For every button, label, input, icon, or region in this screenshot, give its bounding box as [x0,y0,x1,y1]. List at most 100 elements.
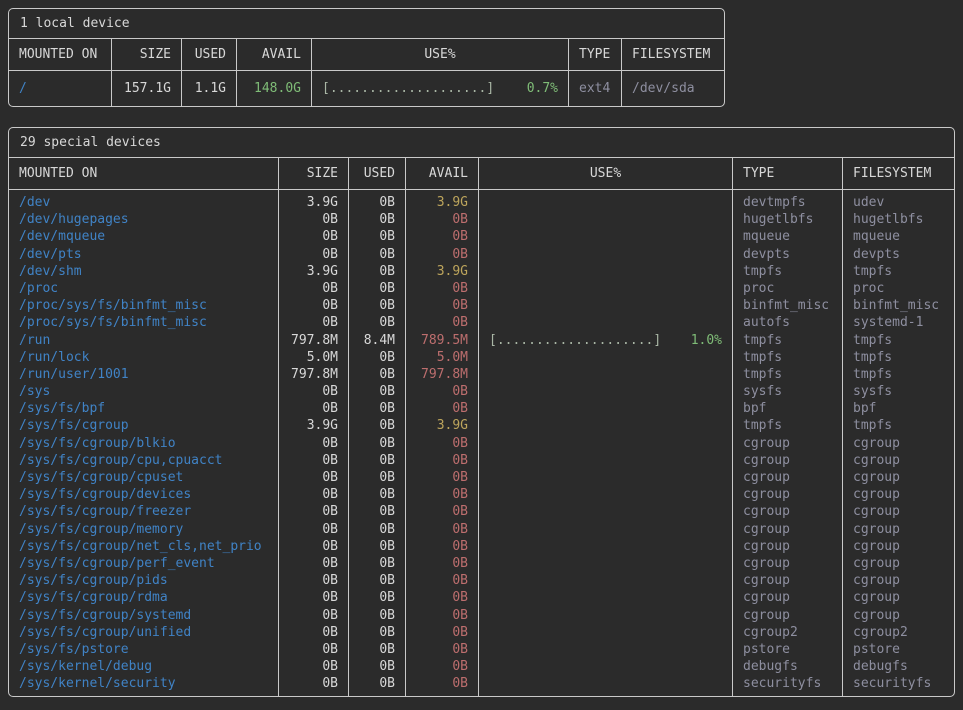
column-filesystem: udevhugetlbfsmqueuedevptstmpfsprocbinfmt… [842,190,954,696]
mount-point: /sys/fs/cgroup/devices [9,486,278,503]
usage-percent: 0.7% [527,80,558,97]
mount-point: /sys/fs/cgroup/pids [9,572,278,589]
fs-type: cgroup [733,538,842,555]
used-value: 0B [349,417,405,434]
filesystem-name: tmpfs [843,263,954,280]
avail-value: 0B [406,641,478,658]
size-value: 0B [279,503,348,520]
usage-cell [479,469,732,486]
table-body: /dev/dev/hugepages/dev/mqueue/dev/pts/de… [9,190,954,696]
usage-cell [479,280,732,297]
usage-cell [479,641,732,658]
fs-type: debugfs [733,658,842,675]
fs-type: binfmt_misc [733,297,842,314]
size-value: 157.1G [112,80,181,97]
filesystem-name: cgroup [843,538,954,555]
avail-value: 797.8M [406,366,478,383]
column-header-size: SIZE [111,39,181,70]
avail-value: 3.9G [406,263,478,280]
usage-cell [479,366,732,383]
size-value: 5.0M [279,349,348,366]
mount-point: /sys/fs/cgroup/memory [9,521,278,538]
used-value: 0B [349,211,405,228]
filesystem-name: sysfs [843,383,954,400]
mount-point: /sys/fs/cgroup/cpuset [9,469,278,486]
filesystem-name: cgroup [843,469,954,486]
used-value: 1.1G [182,80,236,97]
column-use-percent: [....................]1.0% [478,190,732,696]
fs-type: proc [733,280,842,297]
size-value: 0B [279,383,348,400]
fs-type: cgroup [733,503,842,520]
usage-cell: [....................]1.0% [479,332,732,349]
fs-type: tmpfs [733,263,842,280]
avail-value: 0B [406,280,478,297]
filesystem-name: debugfs [843,658,954,675]
used-value: 0B [349,572,405,589]
used-value: 0B [349,521,405,538]
avail-value: 5.0M [406,349,478,366]
column-avail: 148.0G [236,71,311,106]
size-value: 797.8M [279,366,348,383]
filesystem-name: cgroup [843,503,954,520]
size-value: 0B [279,624,348,641]
mount-point: / [9,80,111,97]
column-size: 157.1G [111,71,181,106]
size-value: 0B [279,641,348,658]
column-mounted-on: /dev/dev/hugepages/dev/mqueue/dev/pts/de… [9,190,278,696]
usage-cell: [....................] 0.7% [312,80,568,97]
usage-cell [479,297,732,314]
filesystem-name: binfmt_misc [843,297,954,314]
avail-value: 0B [406,383,478,400]
fs-type: mqueue [733,228,842,245]
usage-cell [479,228,732,245]
fs-type: tmpfs [733,332,842,349]
used-value: 0B [349,435,405,452]
avail-value: 0B [406,452,478,469]
fs-type: sysfs [733,383,842,400]
avail-value: 3.9G [406,194,478,211]
filesystem-name: cgroup [843,521,954,538]
used-value: 0B [349,246,405,263]
size-value: 0B [279,607,348,624]
used-value: 0B [349,641,405,658]
avail-value: 0B [406,607,478,624]
mount-point: /sys/fs/cgroup [9,417,278,434]
mount-point: /sys/fs/pstore [9,641,278,658]
column-avail: 3.9G0B0B0B3.9G0B0B0B789.5M5.0M797.8M0B0B… [405,190,478,696]
filesystem-name: tmpfs [843,417,954,434]
usage-bar: [....................] [489,332,661,349]
column-header-mounted-on: MOUNTED ON [9,158,278,189]
avail-value: 148.0G [237,80,311,97]
used-value: 0B [349,349,405,366]
fs-type: cgroup [733,555,842,572]
filesystem-name: mqueue [843,228,954,245]
mount-point: /sys/kernel/debug [9,658,278,675]
size-value: 0B [279,589,348,606]
fs-type: tmpfs [733,366,842,383]
size-value: 0B [279,538,348,555]
size-value: 797.8M [279,332,348,349]
usage-cell [479,194,732,211]
usage-cell [479,452,732,469]
size-value: 0B [279,211,348,228]
usage-cell [479,314,732,331]
used-value: 0B [349,263,405,280]
usage-cell [479,503,732,520]
used-value: 0B [349,366,405,383]
size-value: 0B [279,658,348,675]
mount-point: /sys/fs/cgroup/freezer [9,503,278,520]
avail-value: 0B [406,555,478,572]
usage-cell [479,675,732,692]
usage-cell [479,521,732,538]
mount-point: /sys/fs/cgroup/perf_event [9,555,278,572]
mount-point: /sys/fs/cgroup/cpu,cpuacct [9,452,278,469]
size-value: 3.9G [279,194,348,211]
avail-value: 0B [406,228,478,245]
fs-type: cgroup [733,572,842,589]
table-title: 1 local device [9,9,724,39]
avail-value: 0B [406,589,478,606]
mount-point: /sys [9,383,278,400]
usage-bar: [....................] [322,80,494,97]
used-value: 0B [349,400,405,417]
